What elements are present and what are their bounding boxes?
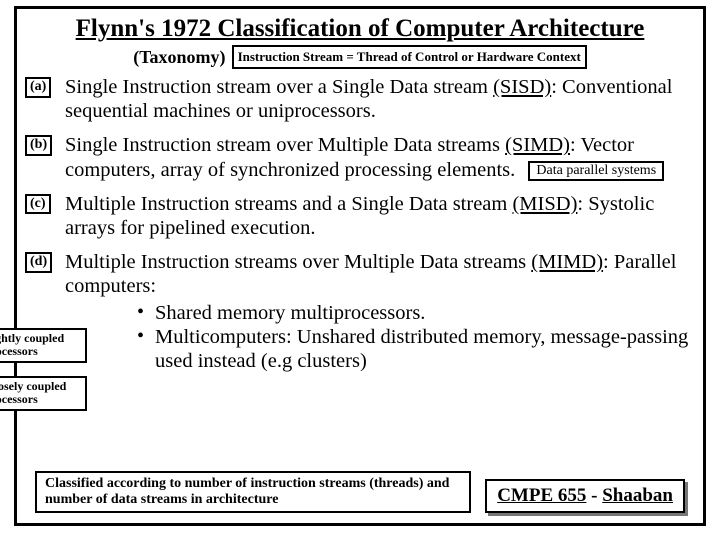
slide-title: Flynn's 1972 Classification of Computer … [25,15,695,43]
tag-d: (d) [25,252,52,273]
classification-note: Classified according to number of instru… [35,471,471,513]
course-box: CMPE 655 - Shaaban [485,479,685,513]
tag-a: (a) [25,77,51,98]
item-d: (d) Multiple Instruction streams over Mu… [25,250,695,373]
item-d-bullets: Shared memory multiprocessors. Multicomp… [137,301,695,374]
tag-c: (c) [25,194,51,215]
taxonomy-label: (Taxonomy) [133,47,225,68]
tag-b: (b) [25,135,52,156]
item-d-text-a: Multiple Instruction streams over Multip… [65,251,531,273]
taxonomy-line: (Taxonomy) Instruction Stream = Thread o… [25,45,695,69]
item-c-text-a: Multiple Instruction streams and a Singl… [65,193,512,215]
course-sep: - [586,485,602,506]
course-code: CMPE 655 [497,485,586,506]
data-parallel-box: Data parallel systems [528,161,664,182]
item-a: (a) Single Instruction stream over a Sin… [25,75,695,123]
course-author: Shaaban [602,485,673,506]
item-a-text-a: Single Instruction stream over a Single … [65,76,493,98]
slide-frame: Flynn's 1972 Classification of Computer … [14,6,706,526]
item-c-abbr: (MISD) [512,193,577,215]
item-a-abbr: (SISD) [493,76,551,98]
instruction-note-box: Instruction Stream = Thread of Control o… [232,45,587,69]
item-b-text-a: Single Instruction stream over Multiple … [65,134,505,156]
item-b: (b) Single Instruction stream over Multi… [25,133,695,181]
item-b-abbr: (SIMD) [505,134,570,156]
item-d-abbr: (MIMD) [531,251,603,273]
bullet-shared-memory: Shared memory multiprocessors. [137,301,695,325]
loose-coupled-box: Loosely coupled processors [0,376,87,410]
item-c: (c) Multiple Instruction streams and a S… [25,192,695,240]
slide-footer: Classified according to number of instru… [35,471,685,513]
bullet-multicomputers: Multicomputers: Unshared distributed mem… [137,325,695,373]
tight-coupled-box: Tightly coupled processors [0,328,87,362]
